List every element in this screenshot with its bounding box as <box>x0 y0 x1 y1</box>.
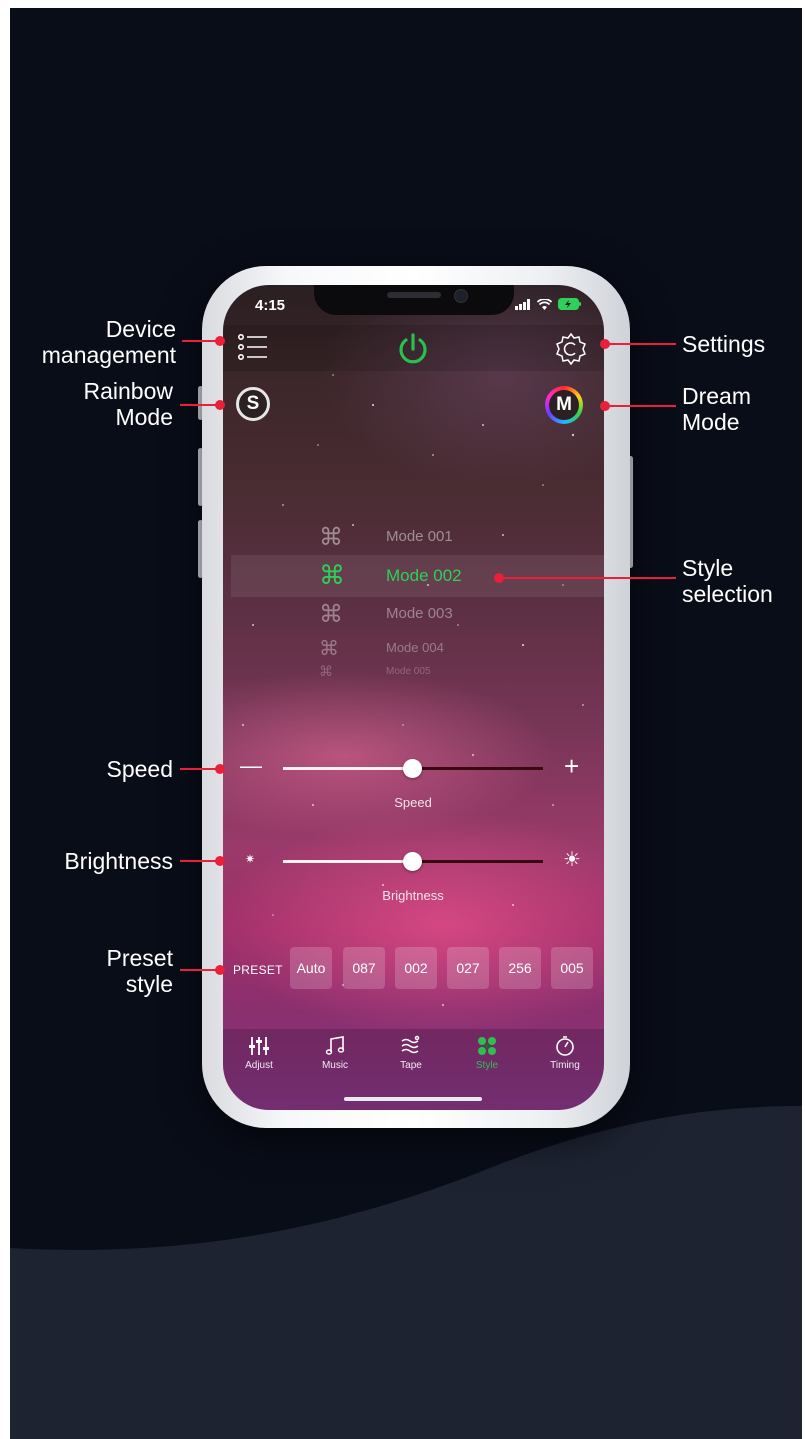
brightness-high-icon: ☀ <box>563 849 581 871</box>
sliders-icon <box>249 1037 269 1055</box>
command-icon: ⌘ <box>319 638 339 660</box>
callout-dot <box>494 573 504 583</box>
command-icon: ⌘ <box>319 601 343 628</box>
tab-music-label: Music <box>321 1060 349 1071</box>
speed-slider-thumb[interactable] <box>403 759 422 778</box>
speed-label: Speed <box>394 795 432 810</box>
callout-brightness: Brightness <box>64 848 173 874</box>
speed-track-remaining <box>413 767 543 770</box>
callout-dot <box>215 336 225 346</box>
speed-minus-button[interactable]: — <box>240 753 262 779</box>
rainbow-mode-letter: S <box>246 393 260 414</box>
callout-line <box>606 343 676 345</box>
brightness-track-remaining <box>413 860 543 863</box>
tab-timing-label: Timing <box>550 1060 580 1071</box>
power-icon[interactable] <box>395 331 431 367</box>
command-icon: ⌘ <box>319 524 343 551</box>
callout-dot <box>600 401 610 411</box>
front-camera <box>454 289 468 303</box>
callout-dot <box>600 339 610 349</box>
battery-icon <box>558 298 581 310</box>
callout-dot <box>215 400 225 410</box>
brightness-track-filled <box>283 860 413 863</box>
preset-chip[interactable]: 002 <box>395 947 437 989</box>
style-list-item[interactable]: ⌘ Mode 004 <box>223 638 604 660</box>
preset-chip[interactable]: 027 <box>447 947 489 989</box>
callout-line <box>180 768 220 770</box>
speed-track-filled <box>283 767 413 770</box>
dream-mode-letter: M <box>556 394 572 415</box>
tab-adjust-label: Adjust <box>245 1060 273 1071</box>
style-icon <box>478 1037 496 1055</box>
callout-line <box>180 404 220 406</box>
tab-adjust[interactable]: Adjust <box>229 1035 289 1071</box>
dream-mode-button[interactable]: M <box>545 386 583 424</box>
app-screen: 4:15 S M ⌘ Mode 001 ⌘ Mode 002 ⌘ Mode 00… <box>223 285 604 1110</box>
command-icon: ⌘ <box>319 560 345 590</box>
signal-icon <box>515 298 530 310</box>
callout-line <box>606 405 676 407</box>
tab-tape[interactable]: Tape <box>381 1035 441 1071</box>
callout-dream-mode: Dream Mode <box>682 383 752 435</box>
wifi-icon <box>537 298 552 310</box>
rainbow-mode-button[interactable]: S <box>236 387 270 421</box>
callout-device-management: Device management <box>41 316 176 368</box>
tab-style-label: Style <box>475 1060 499 1071</box>
timer-icon <box>556 1036 574 1056</box>
style-list-item[interactable]: ⌘ Mode 005 <box>223 663 604 680</box>
callout-settings: Settings <box>682 331 766 357</box>
phone-notch <box>314 285 514 315</box>
callout-line <box>500 577 676 579</box>
preset-chip[interactable]: 005 <box>551 947 593 989</box>
callout-rainbow-mode: Rainbow Mode <box>83 378 174 430</box>
gear-icon[interactable] <box>553 331 589 367</box>
callout-line <box>180 969 220 971</box>
home-indicator <box>344 1097 482 1101</box>
status-time: 4:15 <box>255 297 286 314</box>
preset-label: PRESET <box>233 963 283 977</box>
command-icon: ⌘ <box>319 663 333 679</box>
callout-dot <box>215 764 225 774</box>
tab-tape-label: Tape <box>400 1060 422 1071</box>
callout-preset-style: Preset style <box>106 945 173 997</box>
tab-timing[interactable]: Timing <box>535 1035 595 1071</box>
tab-style[interactable]: Style <box>457 1035 517 1071</box>
brightness-low-icon: ✷ <box>245 852 256 866</box>
music-note-icon <box>325 1036 345 1055</box>
earpiece-speaker <box>387 292 441 298</box>
style-list-item[interactable]: ⌘ Mode 001 <box>223 524 604 551</box>
speed-plus-button[interactable]: + <box>564 751 579 782</box>
tab-music[interactable]: Music <box>305 1035 365 1071</box>
callout-dot <box>215 965 225 975</box>
callout-style-selection: Style selection <box>682 555 773 607</box>
style-list-item[interactable]: ⌘ Mode 003 <box>223 601 604 628</box>
brightness-label: Brightness <box>382 888 444 903</box>
callout-dot <box>215 856 225 866</box>
preset-chip[interactable]: Auto <box>290 947 332 989</box>
callout-speed: Speed <box>106 756 173 782</box>
brightness-slider-thumb[interactable] <box>403 852 422 871</box>
preset-chip[interactable]: 256 <box>499 947 541 989</box>
list-icon[interactable] <box>237 333 269 363</box>
status-icons <box>515 298 582 310</box>
callout-line <box>180 860 220 862</box>
tape-icon <box>401 1035 420 1054</box>
preset-chip[interactable]: 087 <box>343 947 385 989</box>
